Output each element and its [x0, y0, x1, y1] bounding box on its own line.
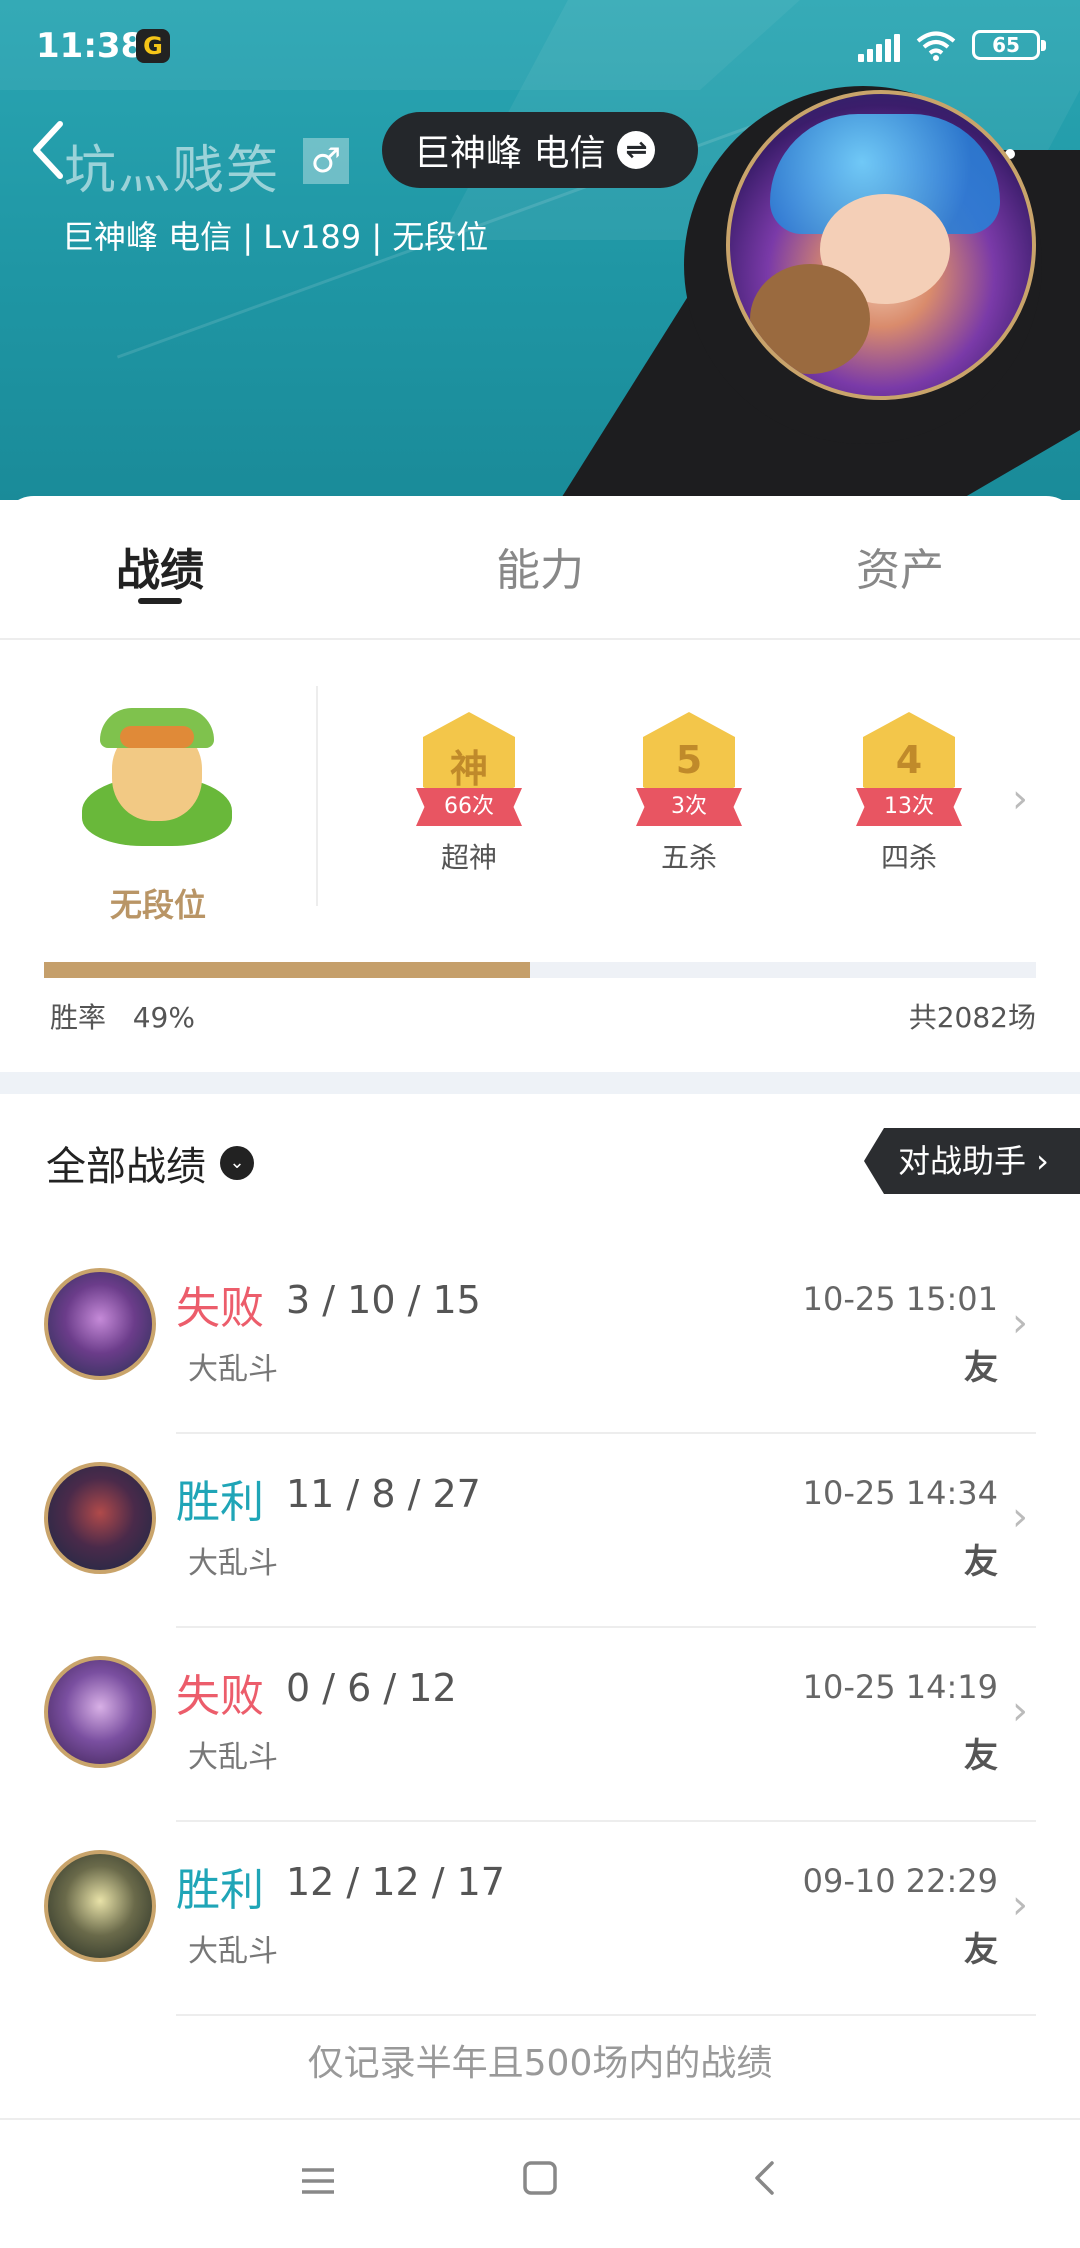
match-time: 10-25 15:01 — [802, 1280, 998, 1318]
match-result: 失败 — [176, 1671, 264, 1722]
divider — [316, 686, 318, 906]
medal-count: 3次 — [636, 788, 742, 826]
total-games: 共2082场 — [908, 1001, 1036, 1034]
winrate-value: 49% — [132, 1001, 195, 1034]
chevron-right-icon: › — [1012, 1300, 1028, 1346]
chevron-down-icon: ⌄ — [220, 1146, 254, 1180]
match-row[interactable]: 胜利 12 / 12 / 17 大乱斗 09-10 22:29 友 › — [0, 1822, 1080, 2016]
match-time: 09-10 22:29 — [802, 1862, 998, 1900]
winrate-bar-fill — [44, 962, 531, 978]
medal-name: 五杀 — [660, 841, 717, 874]
tab-assets[interactable]: 资产 — [800, 534, 1000, 598]
match-kda: 3 / 10 / 15 — [286, 1278, 481, 1322]
status-bar: 11:38 G 65 — [0, 0, 1080, 96]
row-divider — [176, 2014, 1036, 2016]
hero-avatar — [44, 1850, 156, 1962]
friend-badge: 友 — [964, 1542, 998, 1582]
hero-avatar — [44, 1268, 156, 1380]
nav-back-button[interactable] — [752, 2160, 776, 2206]
system-navbar — [0, 2118, 1080, 2248]
winrate-label: 胜率 — [50, 1001, 107, 1034]
tab-record[interactable]: 战绩 — [60, 534, 260, 598]
match-row[interactable]: 失败 0 / 6 / 12 大乱斗 10-25 14:19 友 › — [0, 1628, 1080, 1822]
chevron-right-icon: › — [1012, 1688, 1028, 1734]
friend-badge: 友 — [964, 1348, 998, 1388]
medal-name: 超神 — [440, 841, 497, 874]
chevron-right-icon: › — [1012, 1494, 1028, 1540]
friend-badge: 友 — [964, 1930, 998, 1970]
menu-button[interactable] — [300, 2160, 336, 2206]
match-row[interactable]: 胜利 11 / 8 / 27 大乱斗 10-25 14:34 友 › — [0, 1434, 1080, 1628]
match-kda: 12 / 12 / 17 — [286, 1860, 505, 1904]
match-mode: 大乱斗 — [188, 1352, 278, 1387]
battery-icon: 65 — [972, 30, 1046, 60]
match-kda: 0 / 6 / 12 — [286, 1666, 457, 1710]
medal-legendary[interactable]: 神 66次 超神 — [404, 712, 534, 876]
tab-bar: 战绩 能力 资产 — [0, 496, 1080, 640]
player-subinfo: 巨神峰 电信 | Lv189 | 无段位 — [62, 218, 489, 256]
match-mode: 大乱斗 — [188, 1934, 278, 1969]
medal-pentakill[interactable]: 5 3次 五杀 — [624, 712, 754, 876]
match-time: 10-25 14:19 — [802, 1668, 998, 1706]
medal-quadrakill[interactable]: 4 13次 四杀 — [844, 712, 974, 876]
winrate-text: 胜率 49% — [50, 996, 195, 1036]
chevron-right-icon[interactable]: › — [1012, 776, 1028, 822]
menu-icon — [302, 2168, 334, 2194]
avatar-bear — [750, 264, 870, 374]
medal-count: 66次 — [416, 788, 522, 826]
match-mode: 大乱斗 — [188, 1546, 278, 1581]
server-switch-button[interactable]: 巨神峰 电信 ⇌ — [382, 112, 698, 188]
hero-avatar — [44, 1462, 156, 1574]
chevron-right-icon: › — [1012, 1882, 1028, 1928]
tab-indicator — [138, 598, 182, 604]
records-note: 仅记录半年且500场内的战绩 — [307, 2043, 773, 2084]
filter-label: 全部战绩 — [46, 1144, 206, 1190]
home-icon — [523, 2161, 557, 2195]
rank-emblem — [82, 696, 232, 846]
match-filter[interactable]: 全部战绩 ⌄ — [46, 1134, 254, 1192]
signal-icon — [858, 32, 900, 62]
friend-badge: 友 — [964, 1736, 998, 1776]
section-gap — [0, 1072, 1080, 1094]
match-result: 失败 — [176, 1283, 264, 1334]
match-kda: 11 / 8 / 27 — [286, 1472, 481, 1516]
gender-icon: ♂ — [303, 138, 349, 184]
match-mode: 大乱斗 — [188, 1740, 278, 1775]
back-button[interactable] — [28, 118, 68, 182]
match-result: 胜利 — [176, 1477, 264, 1528]
battle-assistant-button[interactable]: 对战助手 › — [864, 1128, 1080, 1194]
hero-avatar — [44, 1656, 156, 1768]
player-name: 坑灬贱笑 — [64, 141, 281, 201]
match-row[interactable]: 失败 3 / 10 / 15 大乱斗 10-25 15:01 友 › — [0, 1240, 1080, 1434]
status-time: 11:38 — [36, 26, 145, 66]
chevron-left-icon — [33, 121, 63, 179]
medal-count: 13次 — [856, 788, 962, 826]
rank-emblem-goggles — [120, 726, 194, 748]
back-icon — [755, 2161, 774, 2195]
server-label: 巨神峰 电信 — [414, 133, 606, 174]
match-result: 胜利 — [176, 1865, 264, 1916]
medal-name: 四杀 — [880, 841, 937, 874]
avatar[interactable] — [726, 90, 1036, 400]
wifi-icon — [916, 31, 956, 61]
rank-label: 无段位 — [109, 886, 206, 924]
swap-icon: ⇌ — [617, 131, 656, 169]
home-button[interactable] — [522, 2160, 558, 2206]
app-notification-icon: G — [136, 29, 170, 63]
tab-ability[interactable]: 能力 — [440, 534, 640, 598]
match-time: 10-25 14:34 — [802, 1474, 998, 1512]
